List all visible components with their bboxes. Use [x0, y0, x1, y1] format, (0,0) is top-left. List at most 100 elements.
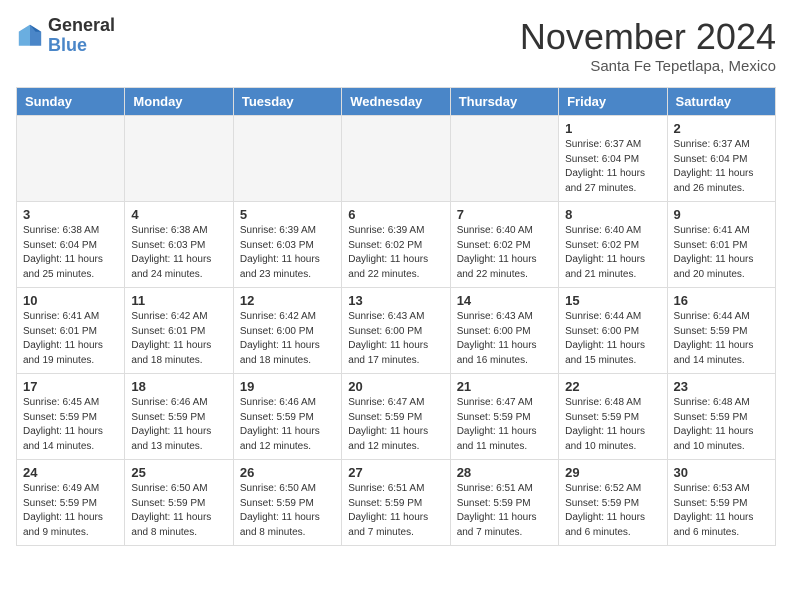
month-title: November 2024 [520, 16, 776, 58]
calendar-cell: 11 Sunrise: 6:42 AMSunset: 6:01 PMDayligh… [125, 288, 233, 374]
calendar-cell: 25 Sunrise: 6:50 AMSunset: 5:59 PMDayligh… [125, 460, 233, 546]
day-number: 24 [23, 465, 118, 480]
day-number: 27 [348, 465, 443, 480]
day-number: 23 [674, 379, 769, 394]
day-info: Sunrise: 6:48 AMSunset: 5:59 PMDaylight:… [565, 396, 660, 454]
calendar-cell: 29 Sunrise: 6:52 AMSunset: 5:59 PMDayligh… [559, 460, 667, 546]
day-number: 1 [565, 121, 660, 136]
calendar-cell: 18Sunrise: 6:46 AMSunset: 5:59 PMDayligh… [125, 374, 233, 460]
calendar-cell: 5 Sunrise: 6:39 AMSunset: 6:03 PMDaylight… [233, 202, 341, 288]
logo-text: General Blue [48, 16, 115, 56]
calendar-cell: 8 Sunrise: 6:40 AMSunset: 6:02 PMDaylight… [559, 202, 667, 288]
calendar-cell [342, 116, 450, 202]
weekday-header: Tuesday [233, 88, 341, 116]
calendar-cell [450, 116, 558, 202]
calendar-week-row: 17 Sunrise: 6:45 AMSunset: 5:59 PMDayligh… [17, 374, 776, 460]
day-info: Sunrise: 6:45 AMSunset: 5:59 PMDaylight:… [23, 396, 118, 454]
calendar: SundayMondayTuesdayWednesdayThursdayFrid… [16, 87, 776, 546]
day-info: Sunrise: 6:46 AMSunset: 5:59 PMDaylight:… [131, 396, 226, 454]
weekday-header: Sunday [17, 88, 125, 116]
location: Santa Fe Tepetlapa, Mexico [520, 58, 776, 75]
day-number: 4 [131, 207, 226, 222]
day-info: Sunrise: 6:44 AMSunset: 6:00 PMDaylight:… [565, 310, 660, 368]
calendar-cell: 2 Sunrise: 6:37 AMSunset: 6:04 PMDaylight… [667, 116, 775, 202]
day-number: 19 [240, 379, 335, 394]
day-number: 12 [240, 293, 335, 308]
weekday-header: Wednesday [342, 88, 450, 116]
day-info: Sunrise: 6:42 AMSunset: 6:01 PMDaylight:… [131, 310, 226, 368]
calendar-cell: 20 Sunrise: 6:47 AMSunset: 5:59 PMDayligh… [342, 374, 450, 460]
day-number: 29 [565, 465, 660, 480]
day-number: 26 [240, 465, 335, 480]
day-info: Sunrise: 6:38 AMSunset: 6:04 PMDaylight:… [23, 224, 118, 282]
day-info: Sunrise: 6:52 AMSunset: 5:59 PMDaylight:… [565, 482, 660, 540]
day-info: Sunrise: 6:49 AMSunset: 5:59 PMDaylight:… [23, 482, 118, 540]
day-number: 3 [23, 207, 118, 222]
day-info: Sunrise: 6:37 AMSunset: 6:04 PMDaylight:… [565, 138, 660, 196]
calendar-cell: 24 Sunrise: 6:49 AMSunset: 5:59 PMDayligh… [17, 460, 125, 546]
calendar-cell: 16Sunrise: 6:44 AMSunset: 5:59 PMDayligh… [667, 288, 775, 374]
day-info: Sunrise: 6:41 AMSunset: 6:01 PMDaylight:… [674, 224, 769, 282]
day-number: 28 [457, 465, 552, 480]
calendar-cell [125, 116, 233, 202]
calendar-cell: 1 Sunrise: 6:37 AMSunset: 6:04 PMDaylight… [559, 116, 667, 202]
logo-icon [16, 22, 44, 50]
calendar-cell [233, 116, 341, 202]
weekday-header-row: SundayMondayTuesdayWednesdayThursdayFrid… [17, 88, 776, 116]
day-number: 11 [131, 293, 226, 308]
day-number: 9 [674, 207, 769, 222]
day-info: Sunrise: 6:50 AMSunset: 5:59 PMDaylight:… [240, 482, 335, 540]
day-number: 21 [457, 379, 552, 394]
day-number: 30 [674, 465, 769, 480]
calendar-week-row: 1 Sunrise: 6:37 AMSunset: 6:04 PMDaylight… [17, 116, 776, 202]
weekday-header: Monday [125, 88, 233, 116]
day-info: Sunrise: 6:39 AMSunset: 6:02 PMDaylight:… [348, 224, 443, 282]
day-number: 22 [565, 379, 660, 394]
day-info: Sunrise: 6:51 AMSunset: 5:59 PMDaylight:… [457, 482, 552, 540]
calendar-week-row: 24 Sunrise: 6:49 AMSunset: 5:59 PMDayligh… [17, 460, 776, 546]
day-info: Sunrise: 6:48 AMSunset: 5:59 PMDaylight:… [674, 396, 769, 454]
calendar-cell: 10Sunrise: 6:41 AMSunset: 6:01 PMDayligh… [17, 288, 125, 374]
calendar-cell: 23 Sunrise: 6:48 AMSunset: 5:59 PMDayligh… [667, 374, 775, 460]
page-header: General Blue November 2024 Santa Fe Tepe… [16, 16, 776, 75]
calendar-cell: 19 Sunrise: 6:46 AMSunset: 5:59 PMDayligh… [233, 374, 341, 460]
title-block: November 2024 Santa Fe Tepetlapa, Mexico [520, 16, 776, 75]
day-info: Sunrise: 6:39 AMSunset: 6:03 PMDaylight:… [240, 224, 335, 282]
day-number: 7 [457, 207, 552, 222]
day-info: Sunrise: 6:47 AMSunset: 5:59 PMDaylight:… [348, 396, 443, 454]
calendar-cell: 13 Sunrise: 6:43 AMSunset: 6:00 PMDayligh… [342, 288, 450, 374]
calendar-week-row: 3 Sunrise: 6:38 AMSunset: 6:04 PMDaylight… [17, 202, 776, 288]
calendar-cell: 3 Sunrise: 6:38 AMSunset: 6:04 PMDaylight… [17, 202, 125, 288]
day-info: Sunrise: 6:42 AMSunset: 6:00 PMDaylight:… [240, 310, 335, 368]
calendar-cell: 4Sunrise: 6:38 AMSunset: 6:03 PMDaylight… [125, 202, 233, 288]
weekday-header: Friday [559, 88, 667, 116]
day-number: 13 [348, 293, 443, 308]
day-info: Sunrise: 6:37 AMSunset: 6:04 PMDaylight:… [674, 138, 769, 196]
day-number: 25 [131, 465, 226, 480]
day-number: 20 [348, 379, 443, 394]
calendar-cell: 26 Sunrise: 6:50 AMSunset: 5:59 PMDayligh… [233, 460, 341, 546]
day-info: Sunrise: 6:41 AMSunset: 6:01 PMDaylight:… [23, 310, 118, 368]
calendar-cell: 21 Sunrise: 6:47 AMSunset: 5:59 PMDayligh… [450, 374, 558, 460]
day-info: Sunrise: 6:40 AMSunset: 6:02 PMDaylight:… [457, 224, 552, 282]
day-info: Sunrise: 6:46 AMSunset: 5:59 PMDaylight:… [240, 396, 335, 454]
logo: General Blue [16, 16, 115, 56]
day-number: 2 [674, 121, 769, 136]
day-info: Sunrise: 6:43 AMSunset: 6:00 PMDaylight:… [348, 310, 443, 368]
day-info: Sunrise: 6:50 AMSunset: 5:59 PMDaylight:… [131, 482, 226, 540]
weekday-header: Saturday [667, 88, 775, 116]
day-number: 5 [240, 207, 335, 222]
day-info: Sunrise: 6:47 AMSunset: 5:59 PMDaylight:… [457, 396, 552, 454]
calendar-cell: 7 Sunrise: 6:40 AMSunset: 6:02 PMDaylight… [450, 202, 558, 288]
calendar-cell: 22 Sunrise: 6:48 AMSunset: 5:59 PMDayligh… [559, 374, 667, 460]
calendar-cell: 14Sunrise: 6:43 AMSunset: 6:00 PMDayligh… [450, 288, 558, 374]
calendar-cell: 6Sunrise: 6:39 AMSunset: 6:02 PMDaylight… [342, 202, 450, 288]
calendar-cell: 17 Sunrise: 6:45 AMSunset: 5:59 PMDayligh… [17, 374, 125, 460]
day-info: Sunrise: 6:40 AMSunset: 6:02 PMDaylight:… [565, 224, 660, 282]
day-number: 8 [565, 207, 660, 222]
weekday-header: Thursday [450, 88, 558, 116]
day-number: 16 [674, 293, 769, 308]
calendar-cell: 28 Sunrise: 6:51 AMSunset: 5:59 PMDayligh… [450, 460, 558, 546]
day-number: 17 [23, 379, 118, 394]
day-number: 15 [565, 293, 660, 308]
